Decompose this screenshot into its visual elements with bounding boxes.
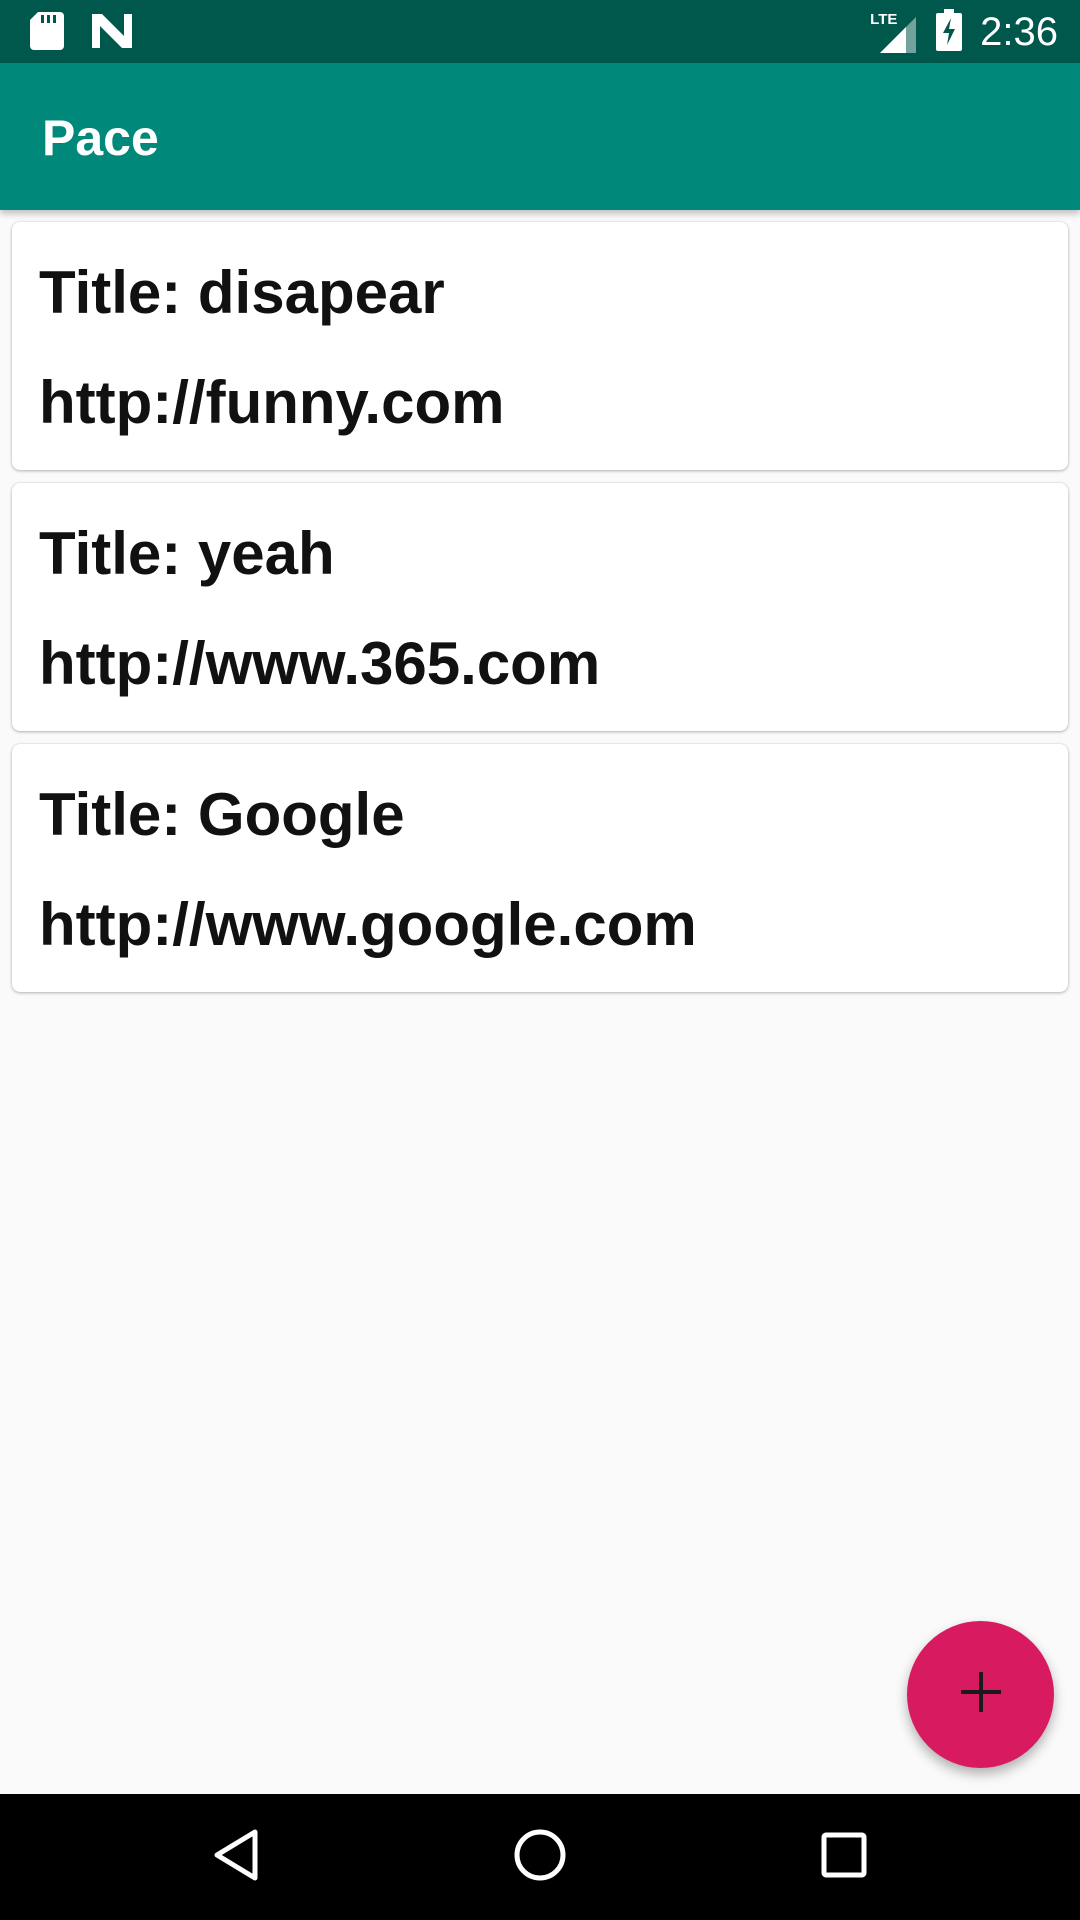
list-item[interactable]: Title: disapear http://funny.com bbox=[12, 222, 1068, 470]
n-logo-icon bbox=[92, 14, 132, 53]
item-title: Title: yeah bbox=[39, 520, 335, 587]
recents-button[interactable] bbox=[814, 1827, 874, 1887]
navigation-bar bbox=[0, 1794, 1080, 1920]
item-url: http://funny.com bbox=[39, 369, 505, 436]
recents-icon bbox=[820, 1831, 868, 1884]
add-button[interactable] bbox=[907, 1621, 1054, 1768]
back-icon bbox=[211, 1828, 261, 1887]
item-url: http://www.365.com bbox=[39, 630, 601, 697]
sd-card-icon bbox=[30, 12, 64, 55]
item-title: Title: disapear bbox=[39, 259, 445, 326]
home-icon bbox=[513, 1828, 567, 1887]
status-bar: LTE 2:36 bbox=[0, 0, 1080, 63]
status-right-icons: LTE 2:36 bbox=[870, 8, 1058, 56]
lte-signal-icon: LTE bbox=[870, 9, 918, 55]
status-left-icons bbox=[30, 12, 132, 55]
back-button[interactable] bbox=[206, 1827, 266, 1887]
plus-icon bbox=[959, 1670, 1003, 1719]
network-label: LTE bbox=[870, 11, 898, 28]
home-button[interactable] bbox=[510, 1827, 570, 1887]
app-bar: Pace bbox=[0, 63, 1080, 210]
list-item[interactable]: Title: yeah http://www.365.com bbox=[12, 483, 1068, 731]
item-url: http://www.google.com bbox=[39, 891, 697, 958]
status-time: 2:36 bbox=[980, 10, 1058, 54]
app-title: Pace bbox=[42, 110, 159, 166]
bookmark-list: Title: disapear http://funny.com Title: … bbox=[12, 222, 1068, 1005]
item-title: Title: Google bbox=[39, 781, 405, 848]
list-item[interactable]: Title: Google http://www.google.com bbox=[12, 744, 1068, 992]
screen: LTE 2:36 Pace Title: disapear http://fun… bbox=[0, 0, 1080, 1920]
battery-charging-icon bbox=[936, 8, 963, 56]
